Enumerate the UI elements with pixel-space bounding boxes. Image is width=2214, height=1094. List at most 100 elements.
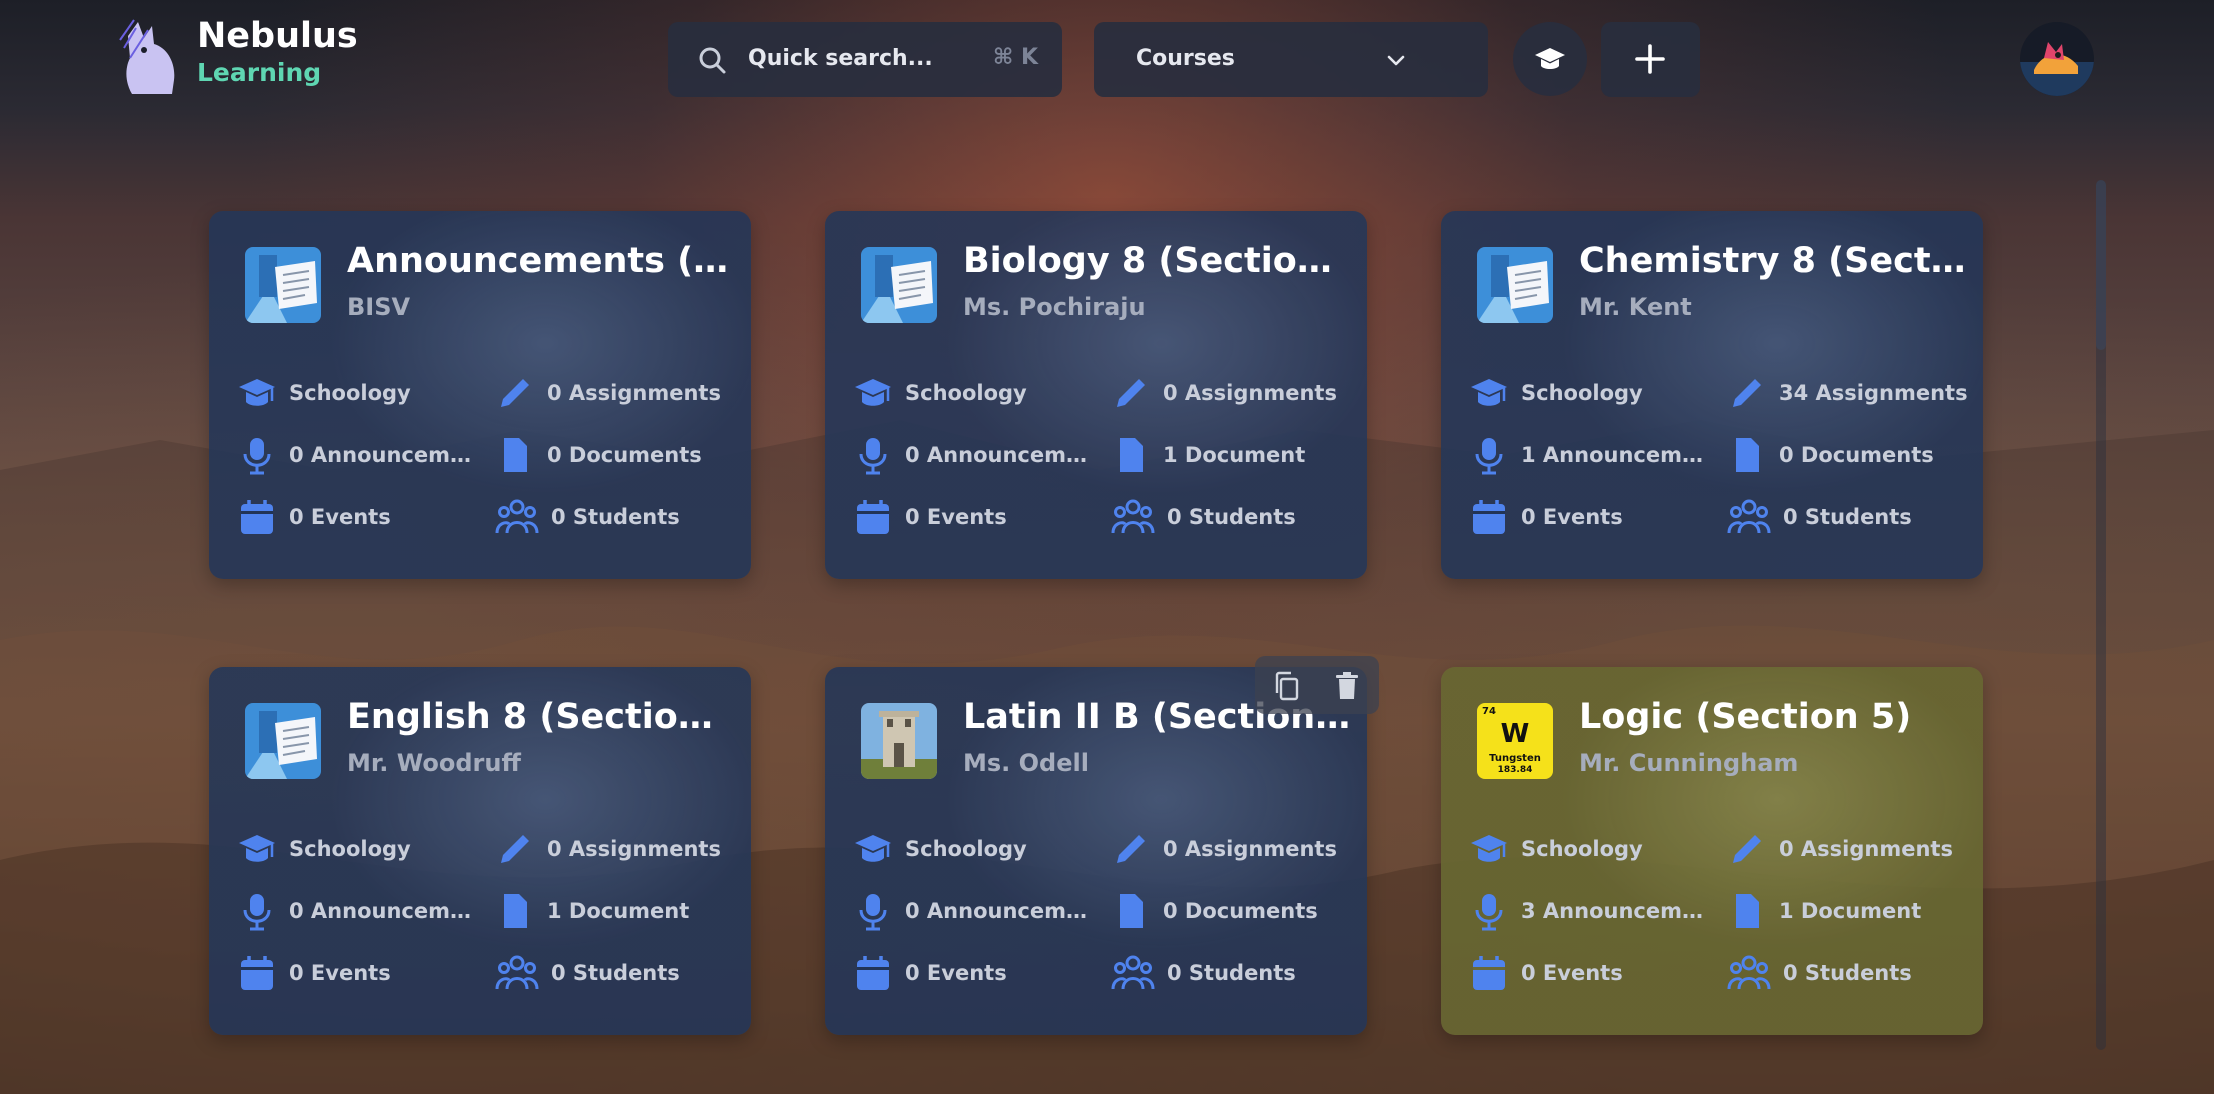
- course-card-chemistry[interactable]: Chemistry 8 (Section 5) Mr. Kent Schoolo…: [1441, 211, 1983, 579]
- document-icon: [1120, 438, 1143, 472]
- microphone-icon: [859, 438, 887, 475]
- course-card-english[interactable]: English 8 (Section 5) Mr. Woodruff Schoo…: [209, 667, 751, 1035]
- microphone-icon: [859, 894, 887, 931]
- courses-dropdown[interactable]: Courses: [1094, 22, 1488, 97]
- course-thumbnail-tungsten-tile: 74 W Tungsten 183.84: [1477, 703, 1553, 779]
- stat-events: 0 Events: [1469, 497, 1709, 537]
- graduation-cap-icon: [1471, 379, 1507, 406]
- stat-events: 0 Events: [853, 497, 1093, 537]
- graduation-cap-icon: [239, 835, 275, 862]
- pencil-icon: [1117, 379, 1145, 407]
- stat-platform: Schoology: [853, 373, 1093, 413]
- course-teacher: Mr. Woodruff: [347, 749, 521, 777]
- stat-students: 0 Students: [1727, 953, 1972, 993]
- calendar-icon: [1473, 500, 1505, 534]
- course-card-latin[interactable]: Latin II B (Section 1) Ms. Odell Schoolo…: [825, 667, 1367, 1035]
- pencil-icon: [501, 835, 529, 863]
- course-thumbnail-book-icon: [861, 247, 937, 323]
- chevron-down-icon: [1387, 55, 1405, 66]
- course-thumbnail-book-icon: [245, 247, 321, 323]
- stat-students: 0 Students: [1111, 497, 1356, 537]
- course-teacher: Ms. Pochiraju: [963, 293, 1146, 321]
- course-title: Logic (Section 5): [1579, 697, 1912, 737]
- element-symbol: W: [1500, 719, 1530, 749]
- stat-assignments: 0 Assignments: [1727, 829, 1972, 869]
- stat-documents: 0 Documents: [1727, 435, 1972, 475]
- calendar-icon: [857, 500, 889, 534]
- stat-assignments: 0 Assignments: [1111, 373, 1356, 413]
- stat-students: 0 Students: [495, 497, 740, 537]
- graduation-cap-icon: [855, 379, 891, 406]
- users-icon: [495, 499, 539, 534]
- stat-students: 0 Students: [495, 953, 740, 993]
- users-icon: [1727, 499, 1771, 534]
- card-hover-actions: [1255, 656, 1379, 714]
- graduation-cap-icon: [855, 835, 891, 862]
- course-title: English 8 (Section 5): [347, 697, 737, 737]
- stat-events: 0 Events: [853, 953, 1093, 993]
- calendar-icon: [241, 500, 273, 534]
- microphone-icon: [243, 894, 271, 931]
- stat-platform: Schoology: [1469, 373, 1709, 413]
- brand-title: Nebulus: [197, 16, 358, 56]
- page-scrollbar-thumb[interactable]: [2096, 180, 2106, 350]
- element-number: 74: [1482, 706, 1496, 717]
- microphone-icon: [1475, 438, 1503, 475]
- course-card-biology[interactable]: Biology 8 (Section 5) Ms. Pochiraju Scho…: [825, 211, 1367, 579]
- pencil-icon: [1733, 379, 1761, 407]
- trash-icon: [1336, 672, 1358, 699]
- graduation-cap-button[interactable]: [1513, 22, 1587, 96]
- course-title: Announcements (Section 5): [347, 241, 737, 281]
- search-placeholder: Quick search...: [748, 46, 933, 71]
- delete-button[interactable]: [1331, 670, 1363, 706]
- stat-assignments: 0 Assignments: [495, 829, 740, 869]
- calendar-icon: [241, 956, 273, 990]
- course-teacher: Mr. Kent: [1579, 293, 1692, 321]
- document-icon: [1120, 894, 1143, 928]
- microphone-icon: [243, 438, 271, 475]
- stat-events: 0 Events: [237, 497, 477, 537]
- stat-platform: Schoology: [853, 829, 1093, 869]
- nebulus-logo-icon[interactable]: [118, 18, 182, 98]
- users-icon: [1111, 499, 1155, 534]
- stat-assignments: 34 Assignments: [1727, 373, 1972, 413]
- stat-assignments: 0 Assignments: [1111, 829, 1356, 869]
- course-thumbnail-tower-image: [861, 703, 937, 779]
- stat-platform: Schoology: [1469, 829, 1709, 869]
- course-card-announcements[interactable]: Announcements (Section 5) BISV Schoology…: [209, 211, 751, 579]
- copy-button[interactable]: [1271, 670, 1303, 706]
- quick-search-input[interactable]: Quick search... ⌘ K: [668, 22, 1062, 97]
- search-shortcut-hint: ⌘ K: [992, 45, 1038, 70]
- add-button[interactable]: [1601, 22, 1700, 97]
- users-icon: [1727, 955, 1771, 990]
- course-card-logic[interactable]: 74 W Tungsten 183.84 Logic (Section 5) M…: [1441, 667, 1983, 1035]
- stat-events: 0 Events: [1469, 953, 1709, 993]
- users-icon: [1111, 955, 1155, 990]
- stat-documents: 0 Documents: [1111, 891, 1356, 931]
- stat-students: 0 Students: [1727, 497, 1972, 537]
- calendar-icon: [1473, 956, 1505, 990]
- stat-events: 0 Events: [237, 953, 477, 993]
- copy-icon: [1275, 671, 1299, 701]
- document-icon: [504, 438, 527, 472]
- course-title: Biology 8 (Section 5): [963, 241, 1353, 281]
- plus-icon: [1635, 44, 1665, 74]
- stat-platform: Schoology: [237, 829, 477, 869]
- user-avatar[interactable]: [2020, 22, 2094, 96]
- course-title: Chemistry 8 (Section 5): [1579, 241, 1969, 281]
- course-thumbnail-book-icon: [1477, 247, 1553, 323]
- avatar-image: [2020, 42, 2094, 96]
- stat-platform: Schoology: [237, 373, 477, 413]
- stat-documents: 1 Document: [1727, 891, 1972, 931]
- stat-documents: 1 Document: [495, 891, 740, 931]
- stat-documents: 0 Documents: [495, 435, 740, 475]
- pencil-icon: [501, 379, 529, 407]
- graduation-cap-icon: [239, 379, 275, 406]
- course-teacher: Mr. Cunningham: [1579, 749, 1799, 777]
- microphone-icon: [1475, 894, 1503, 931]
- document-icon: [1736, 438, 1759, 472]
- course-teacher: Ms. Odell: [963, 749, 1089, 777]
- courses-dropdown-value: Courses: [1136, 46, 1235, 71]
- course-teacher: BISV: [347, 293, 411, 321]
- stat-announcements: 0 Announcements: [237, 891, 477, 931]
